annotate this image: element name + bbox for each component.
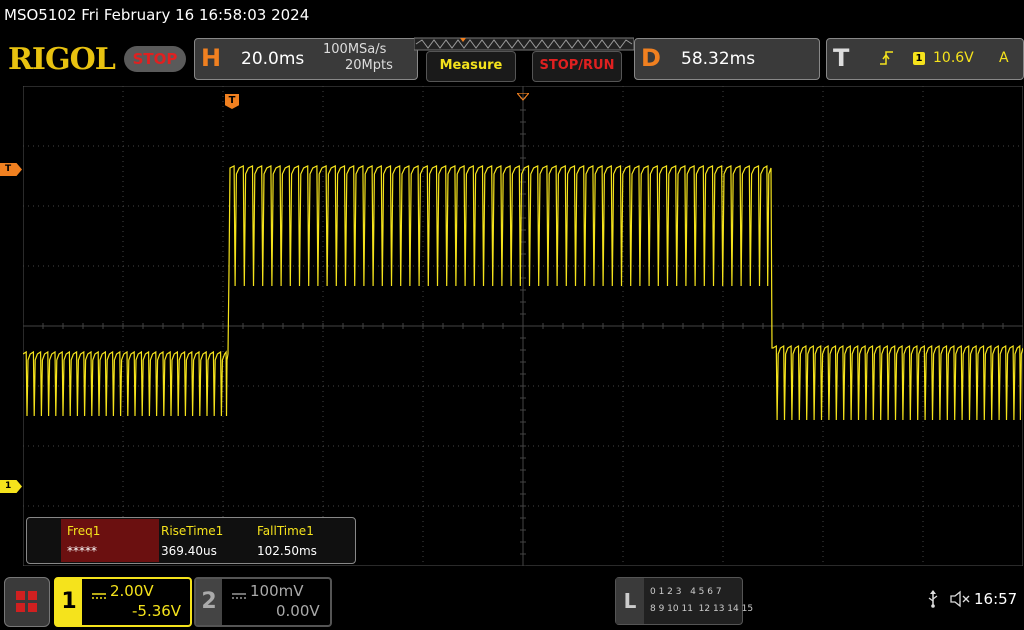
grid-menu-icon <box>16 591 38 617</box>
measurement-risetime[interactable]: RiseTime1 369.40us <box>159 519 255 562</box>
measurement-value: 102.50ms <box>257 544 317 558</box>
ch1-panel[interactable]: 1 2.00V -5.36V <box>54 577 192 627</box>
trigger-badge: T <box>833 44 850 72</box>
logic-panel[interactable]: L 0 1 2 3 4 5 6 7 8 9 10 11 12 13 14 15 <box>615 577 753 625</box>
measurement-value: ***** <box>67 544 97 558</box>
trigger-mode: A <box>999 50 1009 66</box>
usb-icon <box>927 590 939 612</box>
ch1-ground-label: 1 <box>5 481 12 491</box>
delay-badge: D <box>641 44 661 72</box>
trigger-level-label: T <box>5 164 12 174</box>
trigger-level: 10.6V <box>933 50 974 66</box>
measurement-panel[interactable]: Freq1 ***** RiseTime1 369.40us FallTime1… <box>26 517 356 564</box>
horizontal-badge: H <box>201 44 222 72</box>
measure-button[interactable]: Measure <box>426 51 516 82</box>
dc-coupling-icon <box>232 585 246 604</box>
rigol-logo: RIGOL <box>8 42 116 77</box>
delay-panel[interactable]: D 58.32ms <box>634 38 820 80</box>
overview-strip <box>413 37 635 51</box>
measurement-label: RiseTime1 <box>161 524 224 538</box>
ch1-scale: 2.00V <box>110 582 154 600</box>
trigger-source-marker: 1 <box>913 52 925 65</box>
trigger-position-label: T <box>228 95 236 106</box>
speaker-muted-icon[interactable] <box>950 590 970 612</box>
title-bar: MSO5102 Fri February 16 16:58:03 2024 <box>0 0 1024 32</box>
ch1-offset: -5.36V <box>132 602 182 620</box>
measurement-label: Freq1 <box>67 524 101 538</box>
measurement-freq[interactable]: Freq1 ***** <box>61 519 159 562</box>
ch1-number: 1 <box>56 579 82 625</box>
horizontal-panel[interactable]: H 20.0ms 100MSa/s 20Mpts <box>194 38 418 80</box>
waveform-display[interactable] <box>22 85 1024 567</box>
trigger-level-marker[interactable]: T <box>0 163 22 176</box>
ch1-ground-marker[interactable]: 1 <box>0 480 22 493</box>
measurement-falltime[interactable]: FallTime1 102.50ms <box>255 519 351 562</box>
memory-depth: 20Mpts <box>345 58 393 73</box>
logic-channels-low: 0 1 2 3 4 5 6 7 <box>650 587 722 597</box>
clock-time: 16:57 <box>974 590 1018 608</box>
timebase-value: 20.0ms <box>241 49 305 69</box>
ch2-offset: 0.00V <box>276 602 320 620</box>
measurement-value: 369.40us <box>161 544 217 558</box>
dc-coupling-icon <box>92 585 106 604</box>
center-time-marker <box>515 86 531 105</box>
measurement-label: FallTime1 <box>257 524 314 538</box>
run-state-badge[interactable]: STOP <box>124 46 186 72</box>
menu-button[interactable] <box>4 577 50 627</box>
ch2-scale: 100mV <box>250 582 304 600</box>
device-title: MSO5102 Fri February 16 16:58:03 2024 <box>4 6 310 24</box>
ch2-number: 2 <box>196 579 222 625</box>
trigger-panel[interactable]: T 1 10.6V A <box>826 38 1024 80</box>
ch2-panel[interactable]: 2 100mV 0.00V <box>194 577 332 627</box>
memory-overview[interactable] <box>413 36 635 51</box>
waveform-svg <box>22 85 1024 567</box>
delay-value: 58.32ms <box>681 49 756 69</box>
sample-rate: 100MSa/s <box>323 42 387 57</box>
rising-edge-icon <box>879 49 895 71</box>
logic-channels-high: 8 9 10 11 12 13 14 15 <box>650 604 754 614</box>
stop-run-button[interactable]: STOP/RUN <box>532 51 622 82</box>
logic-badge: L <box>616 578 644 624</box>
